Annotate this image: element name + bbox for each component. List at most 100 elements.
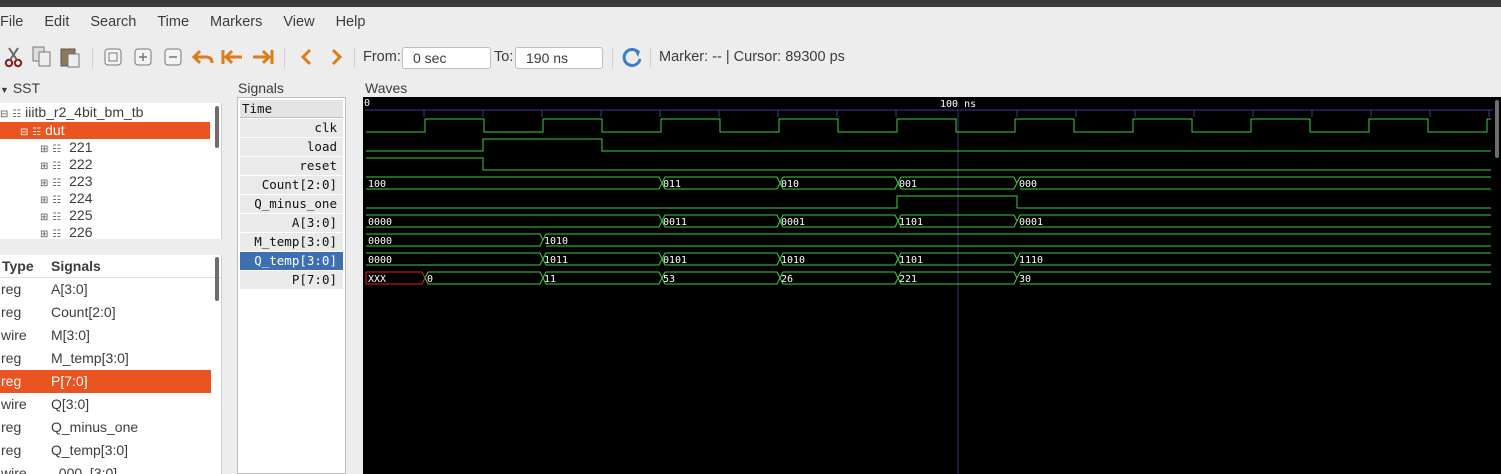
module-icon: ☷ xyxy=(52,195,62,206)
signal-name-p[interactable]: P[7:0] xyxy=(240,271,343,289)
waves-scrollbar[interactable] xyxy=(1495,100,1499,158)
menu-time[interactable]: Time xyxy=(157,14,196,30)
wave-load xyxy=(366,138,1491,152)
collapse-icon[interactable]: ⊟ xyxy=(20,127,28,138)
signal-row[interactable]: reg M_temp[3:0] xyxy=(0,347,211,370)
tree-item-222[interactable]: ⊞ ☷ 222 xyxy=(40,156,93,173)
expand-icon[interactable]: ⊞ xyxy=(40,178,48,189)
signal-row-selected[interactable]: reg P[7:0] xyxy=(0,370,211,393)
from-label: From: xyxy=(363,49,401,65)
signal-row[interactable]: reg Count[2:0] xyxy=(0,301,211,324)
signal-row[interactable]: wire M[3:0] xyxy=(0,324,211,347)
signal-row[interactable]: wire _000_[3:0] xyxy=(0,462,211,474)
expand-icon[interactable]: ⊞ xyxy=(40,212,48,223)
next-icon[interactable] xyxy=(325,45,349,69)
timeline-ticks xyxy=(423,110,1490,117)
svg-text:53: 53 xyxy=(663,274,675,285)
from-input[interactable] xyxy=(402,47,491,69)
bus-q-temp xyxy=(366,252,1491,266)
expand-icon[interactable]: ⊞ xyxy=(40,195,48,206)
svg-text:1101: 1101 xyxy=(899,217,923,228)
svg-text:011: 011 xyxy=(663,179,681,190)
copy-icon[interactable] xyxy=(30,45,54,69)
bus-count xyxy=(366,176,1491,190)
tree-item-224[interactable]: ⊞ ☷ 224 xyxy=(40,190,93,207)
type-column-header[interactable]: Type xyxy=(2,258,34,274)
signal-name-reset[interactable]: reset xyxy=(240,157,343,175)
bus-count-values: 100 011 010 001 000 xyxy=(368,179,1037,190)
menu-markers[interactable]: Markers xyxy=(210,14,269,30)
bus-a xyxy=(366,214,1491,228)
signals-panel-title: Signals xyxy=(238,80,284,96)
signal-name-m-temp[interactable]: M_temp[3:0] xyxy=(240,233,343,251)
module-icon: ☷ xyxy=(52,229,62,239)
signals-column-header[interactable]: Signals xyxy=(51,258,101,274)
bus-m-temp-values: 0000 1010 xyxy=(368,236,568,247)
tree-item-226[interactable]: ⊞ ☷ 226 xyxy=(40,224,93,239)
bus-q-temp-values: 0000 1011 0101 1010 1101 1110 xyxy=(368,255,1043,266)
menu-file[interactable]: File xyxy=(0,14,30,30)
zoom-in-icon[interactable] xyxy=(131,45,155,69)
module-icon: ☷ xyxy=(52,178,62,189)
cut-icon[interactable] xyxy=(2,45,26,69)
expand-icon[interactable]: ⊞ xyxy=(40,161,48,172)
signal-row[interactable]: wire Q[3:0] xyxy=(0,393,211,416)
waveform-canvas[interactable]: 0 100 ns 100 011 010 001 000 0000 0011 0… xyxy=(363,97,1501,474)
svg-text:1101: 1101 xyxy=(899,255,923,266)
signal-name-a[interactable]: A[3:0] xyxy=(240,214,343,232)
signal-name-q-minus-one[interactable]: Q_minus_one xyxy=(240,195,343,213)
svg-text:0001: 0001 xyxy=(781,217,805,228)
tree-item-dut[interactable]: ⊟ ☷ dut xyxy=(0,122,210,139)
wave-reset xyxy=(366,157,1491,171)
module-icon: ☷ xyxy=(52,144,62,155)
signal-table-header: Type Signals xyxy=(0,255,221,278)
bus-p xyxy=(365,271,1491,285)
zoom-out-icon[interactable] xyxy=(161,45,185,69)
to-input[interactable] xyxy=(515,47,603,69)
svg-text:0011: 0011 xyxy=(663,217,687,228)
menu-view[interactable]: View xyxy=(283,14,321,30)
expand-icon[interactable]: ⊞ xyxy=(40,229,48,239)
prev-icon[interactable] xyxy=(294,45,318,69)
module-icon: ☷ xyxy=(32,127,42,138)
module-icon: ☷ xyxy=(12,109,22,120)
signal-name-count[interactable]: Count[2:0] xyxy=(240,176,343,194)
expand-icon[interactable]: ⊞ xyxy=(40,144,48,155)
zoom-fit-icon[interactable] xyxy=(101,45,125,69)
menu-edit[interactable]: Edit xyxy=(44,14,76,30)
menu-bar: File Edit Search Time Markers View Help xyxy=(0,7,1501,36)
tree-item-221[interactable]: ⊞ ☷ 221 xyxy=(40,139,93,156)
waves-panel[interactable]: 0 100 ns 100 011 010 001 000 0000 0011 0… xyxy=(363,97,1501,474)
reload-icon[interactable] xyxy=(620,45,644,69)
svg-text:1010: 1010 xyxy=(544,236,568,247)
collapse-icon[interactable]: ⊟ xyxy=(0,109,8,120)
svg-text:0101: 0101 xyxy=(663,255,687,266)
svg-text:100: 100 xyxy=(368,179,386,190)
svg-text:30: 30 xyxy=(1019,274,1031,285)
time-start-label: 0 xyxy=(364,98,370,109)
zoom-start-icon[interactable] xyxy=(220,45,244,69)
svg-text:000: 000 xyxy=(1019,179,1037,190)
tree-item-225[interactable]: ⊞ ☷ 225 xyxy=(40,207,93,224)
signals-panel: Time clk load reset Count[2:0] Q_minus_o… xyxy=(237,97,346,474)
svg-text:001: 001 xyxy=(899,179,917,190)
paste-icon[interactable] xyxy=(58,45,82,69)
signal-name-clk[interactable]: clk xyxy=(240,119,343,137)
undo-zoom-icon[interactable] xyxy=(191,45,215,69)
wave-clk xyxy=(366,118,1491,133)
zoom-end-icon[interactable] xyxy=(251,45,275,69)
signal-name-load[interactable]: load xyxy=(240,138,343,156)
menu-search[interactable]: Search xyxy=(90,14,143,30)
menu-help[interactable]: Help xyxy=(336,14,373,30)
window-top-strip xyxy=(0,0,1501,7)
tree-item-tb[interactable]: ⊟ ☷ iiitb_r2_4bit_bm_tb xyxy=(0,104,212,121)
time-header: Time xyxy=(240,100,343,118)
signal-name-q-temp[interactable]: Q_temp[3:0] xyxy=(240,252,343,270)
signal-row[interactable]: reg Q_minus_one xyxy=(0,416,211,439)
signal-table-scrollbar[interactable] xyxy=(215,257,219,301)
signal-row[interactable]: reg A[3:0] xyxy=(0,278,211,301)
sst-title[interactable]: ▼ SST xyxy=(0,80,40,96)
tree-item-223[interactable]: ⊞ ☷ 223 xyxy=(40,173,93,190)
tree-scrollbar[interactable] xyxy=(215,106,219,148)
signal-row[interactable]: reg Q_temp[3:0] xyxy=(0,439,211,462)
